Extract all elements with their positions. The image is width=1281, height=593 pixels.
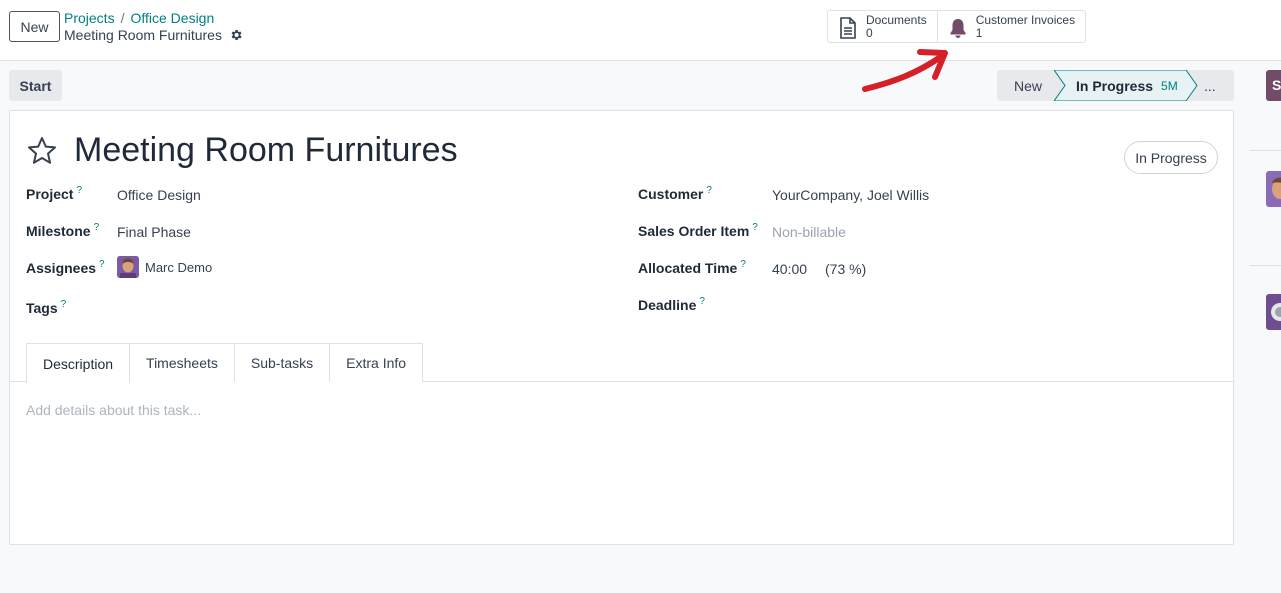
annotation-arrow-icon <box>862 49 948 92</box>
assignee-name: Marc Demo <box>145 259 213 275</box>
allocated-time-percent: (73 %) <box>825 261 867 277</box>
help-mark: ? <box>740 259 746 270</box>
start-button[interactable]: Start <box>9 70 62 101</box>
chatter-send-button[interactable]: S <box>1266 70 1281 101</box>
sales-order-item-label: Sales Order Item? <box>638 222 758 239</box>
customer-invoices-smart-button[interactable]: Customer Invoices 1 <box>936 11 1085 42</box>
documents-count: 0 <box>866 26 873 40</box>
assignees-label: Assignees? <box>26 259 105 276</box>
record-title-text: Meeting Room Furnitures <box>64 27 222 43</box>
documents-label: Documents <box>866 13 927 27</box>
notebook-tabs: Description Timesheets Sub-tasks Extra I… <box>26 343 424 383</box>
help-mark: ? <box>752 222 758 233</box>
smart-buttons: Documents 0 Customer Invoices 1 <box>827 10 1087 43</box>
tags-input[interactable] <box>117 299 597 319</box>
state-badge[interactable]: In Progress <box>1124 141 1218 174</box>
stage-more-button[interactable]: ... <box>1204 70 1216 101</box>
avatar <box>117 256 139 278</box>
customer-value[interactable]: YourCompany, Joel Willis <box>772 187 929 203</box>
customer-invoices-label: Customer Invoices <box>975 13 1076 27</box>
deadline-input[interactable] <box>772 297 1212 317</box>
customer-invoices-count: 1 <box>975 26 983 40</box>
new-button[interactable]: New <box>9 11 60 42</box>
help-mark: ? <box>76 185 83 196</box>
star-icon[interactable] <box>26 135 58 167</box>
tab-sub-tasks[interactable]: Sub-tasks <box>234 343 331 382</box>
assignee-chip[interactable]: Marc Demo <box>117 256 212 281</box>
chatter-divider <box>1250 150 1281 151</box>
stage-bar: New In Progress 5M ... <box>997 70 1234 101</box>
description-editor[interactable]: Add details about this task... <box>26 402 1216 522</box>
help-mark: ? <box>706 185 712 196</box>
milestone-value[interactable]: Final Phase <box>117 224 191 240</box>
avatar <box>1266 294 1281 330</box>
project-label: Project? <box>26 185 83 202</box>
tags-label: Tags? <box>26 299 67 316</box>
form-sheet: Meeting Room Furnitures In Progress Proj… <box>9 110 1234 545</box>
help-mark: ? <box>699 296 705 307</box>
breadcrumb-separator: / <box>120 10 125 26</box>
help-mark: ? <box>93 222 100 233</box>
project-value[interactable]: Office Design <box>117 187 201 203</box>
bell-icon <box>948 17 968 39</box>
help-mark: ? <box>60 299 67 310</box>
control-panel: New Projects / Office Design Meeting Room … <box>0 0 1281 61</box>
chatter-divider <box>1250 265 1281 266</box>
tab-description[interactable]: Description <box>26 343 131 383</box>
stage-in-progress-label: In Progress <box>1076 77 1154 94</box>
help-mark: ? <box>99 259 105 270</box>
tab-extra-info[interactable]: Extra Info <box>330 343 424 382</box>
documents-smart-button[interactable]: Documents 0 <box>828 11 937 42</box>
breadcrumb-projects[interactable]: Projects <box>64 10 115 26</box>
breadcrumb-office-design[interactable]: Office Design <box>130 10 214 26</box>
sales-order-item-value[interactable]: Non-billable <box>772 224 846 240</box>
stage-new[interactable]: New <box>1014 70 1042 101</box>
gear-icon[interactable] <box>229 28 243 42</box>
document-icon <box>838 17 858 39</box>
stage-in-progress[interactable]: In Progress 5M <box>1054 70 1198 101</box>
record-title: Meeting Room Furnitures <box>64 27 243 43</box>
allocated-time-value[interactable]: 40:00 <box>772 261 807 277</box>
avatar <box>1266 171 1281 207</box>
allocated-time-label: Allocated Time? <box>638 259 746 276</box>
task-title[interactable]: Meeting Room Furnitures <box>74 131 458 170</box>
milestone-label: Milestone? <box>26 222 100 239</box>
stage-duration: 5M <box>1161 78 1178 93</box>
tab-timesheets[interactable]: Timesheets <box>130 343 235 382</box>
customer-label: Customer? <box>638 185 712 202</box>
breadcrumb: Projects / Office Design <box>64 10 214 26</box>
deadline-label: Deadline? <box>638 296 705 313</box>
